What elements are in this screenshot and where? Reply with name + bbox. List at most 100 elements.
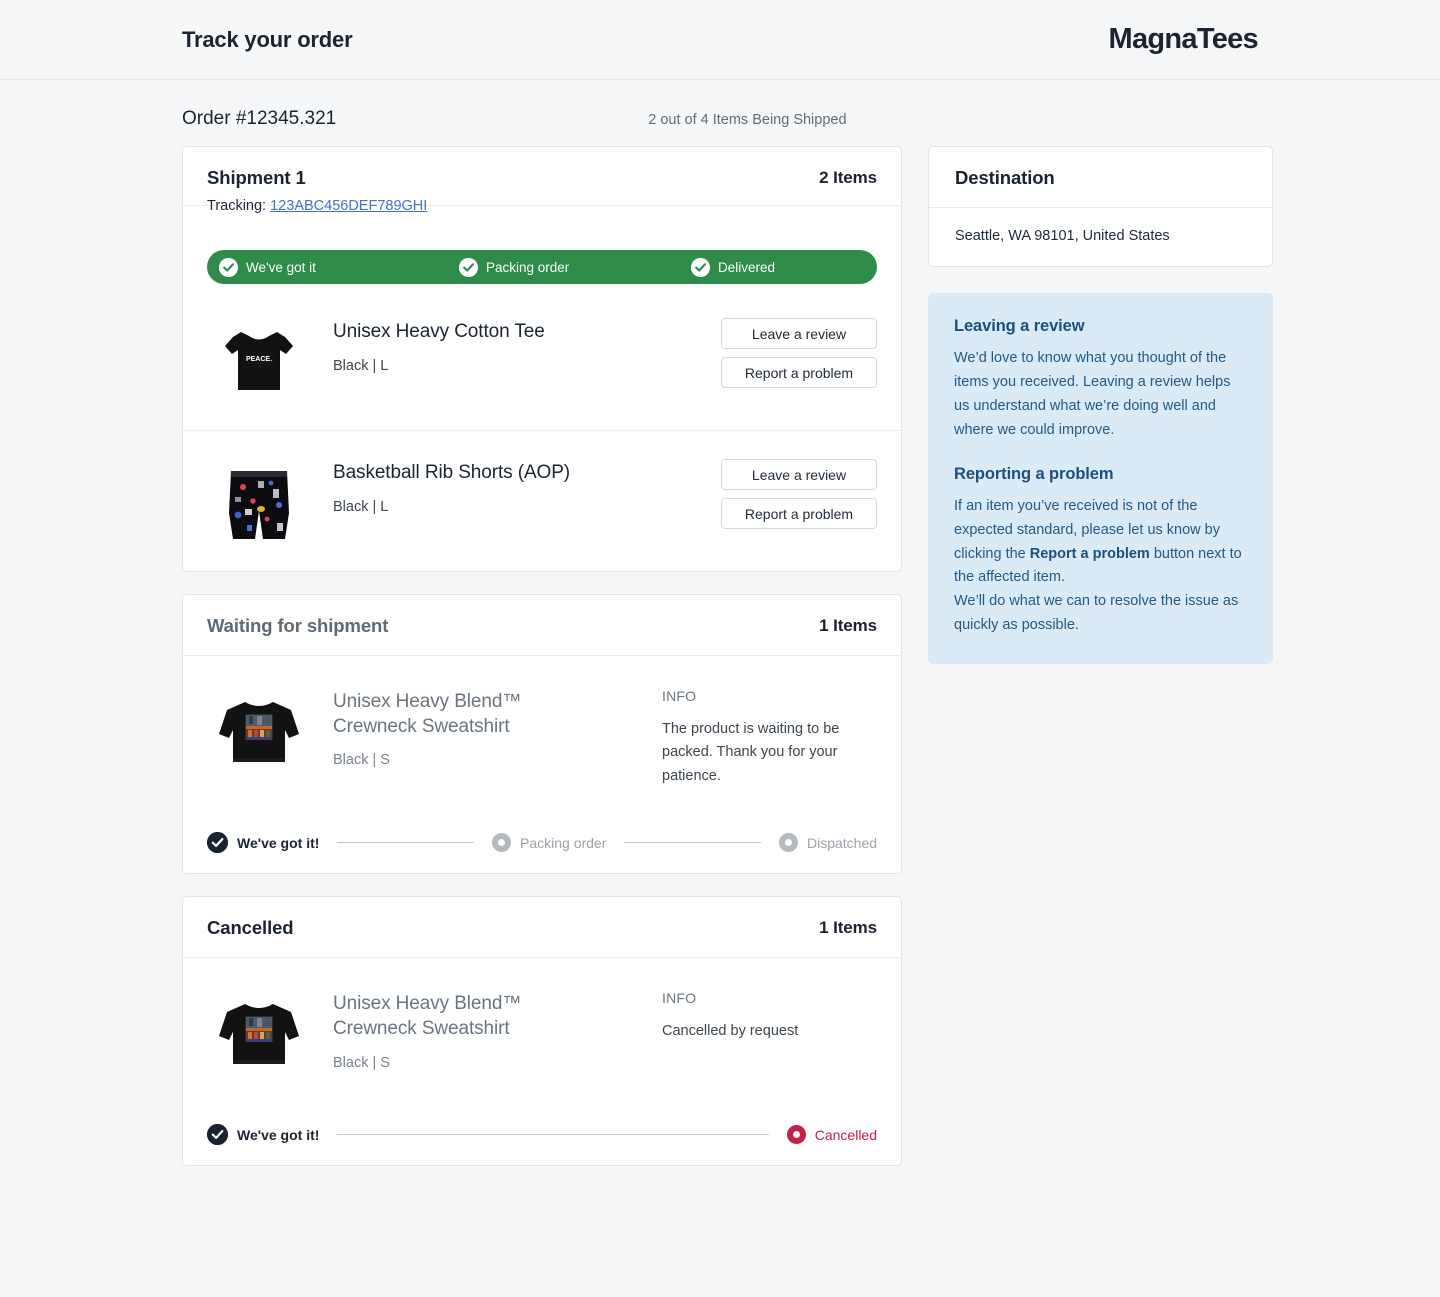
note-title: Leaving a review [954, 317, 1085, 335]
shipment-progress-wrap: We've got it Packing order Delivered [183, 232, 901, 290]
step-label: Dispatched [806, 834, 878, 851]
product-variant: Black | S [333, 752, 390, 769]
info-label: INFO [662, 990, 697, 1007]
step-label: Packing order [520, 834, 607, 851]
pending-circle-icon [492, 833, 511, 853]
waiting-title: Waiting for shipment [207, 615, 389, 636]
info-label: INFO [662, 688, 697, 704]
step-cancelled: Cancelled [786, 1125, 877, 1145]
check-circle-icon [219, 257, 238, 277]
leave-review-button[interactable]: Leave a review [721, 318, 877, 349]
report-problem-button[interactable]: Report a problem [721, 357, 877, 388]
cancelled-item-row: Unisex Heavy Blend™ Crewneck Sweatshirt … [207, 984, 877, 1080]
shipment-item-count: 2 Items [819, 168, 877, 187]
progress-step-delivered: Delivered [691, 257, 776, 277]
product-name-line1: Unisex Heavy Blend™ [333, 691, 522, 712]
product-thumbnail-sweatshirt [211, 682, 307, 778]
note-body: If an item you’ve received is not of the… [954, 495, 1247, 639]
product-variant: Black | L [333, 357, 389, 374]
waiting-info-block: INFO The product is waiting to be packed… [662, 682, 877, 788]
product-thumbnail-sweatshirt [211, 984, 307, 1080]
waiting-item-row: Unisex Heavy Blend™ Crewneck Sweatshirt … [207, 682, 877, 788]
product-thumbnail-shorts [211, 453, 307, 549]
note-title: Reporting a problem [954, 464, 1114, 483]
cancelled-card-header: Cancelled 1 Items [183, 897, 901, 959]
shipment-card: Shipment 1 2 Items Tracking: 123ABC456DE… [182, 146, 902, 572]
shipment-item-row: Basketball Rib Shorts (AOP) Black | L Le… [183, 430, 901, 571]
shipment-title: Shipment 1 [207, 167, 306, 188]
cancelled-item-count: 1 Items [819, 918, 877, 938]
shipment-item-row: PEACE. Unisex Heavy Cotton Tee Black | L… [183, 290, 901, 430]
main-column: Shipment 1 2 Items Tracking: 123ABC456DE… [182, 146, 902, 1188]
product-info: Unisex Heavy Blend™ Crewneck Sweatshirt … [333, 984, 662, 1070]
check-circle-icon [207, 1124, 228, 1146]
order-summary-bar: Order #12345.321 2 out of 4 Items Being … [182, 80, 1258, 146]
cancelled-card: Cancelled 1 Items Unisex Heavy Blend™ Cr… [182, 896, 902, 1167]
destination-address: Seattle, WA 98101, United States [955, 228, 1170, 244]
product-info: Unisex Heavy Cotton Tee Black | L [333, 312, 721, 374]
product-name: Basketball Rib Shorts (AOP) [333, 462, 570, 483]
pending-circle-icon [778, 833, 798, 853]
product-thumbnail-tshirt: PEACE. [211, 312, 307, 408]
product-info: Unisex Heavy Blend™ Crewneck Sweatshirt … [333, 682, 662, 768]
order-status-summary: 2 out of 4 Items Being Shipped [648, 112, 847, 128]
check-circle-icon [691, 257, 710, 277]
note-leaving-review: Leaving a review We’d love to know what … [954, 317, 1247, 443]
product-actions: Leave a review Report a problem [721, 453, 877, 529]
check-circle-icon [459, 257, 478, 277]
order-number: Order #12345.321 [182, 108, 337, 129]
info-text: The product is waiting to be packed. Tha… [662, 721, 840, 784]
cancelled-info-block: INFO Cancelled by request [662, 984, 877, 1043]
page-wrap: Order #12345.321 2 out of 4 Items Being … [0, 80, 1440, 1188]
cancelled-step-track: We've got it! Cancelled [183, 1098, 901, 1165]
product-name: Unisex Heavy Cotton Tee [333, 321, 545, 342]
step-packing: Packing order [492, 833, 607, 853]
side-column: Destination Seattle, WA 98101, United St… [928, 146, 1273, 665]
shipment-progress-bar: We've got it Packing order Delivered [207, 250, 877, 284]
waiting-item-count: 1 Items [819, 616, 877, 635]
destination-card: Destination Seattle, WA 98101, United St… [928, 146, 1273, 267]
cancelled-circle-icon [786, 1125, 806, 1145]
step-dispatched: Dispatched [778, 833, 878, 853]
waiting-card-header: Waiting for shipment 1 Items [183, 595, 901, 656]
note-body-part3: We’ll do what we can to resolve the issu… [954, 593, 1239, 634]
waiting-body: Unisex Heavy Blend™ Crewneck Sweatshirt … [183, 656, 901, 806]
content-columns: Shipment 1 2 Items Tracking: 123ABC456DE… [182, 146, 1273, 1188]
product-variant: Black | L [333, 498, 389, 515]
site-header: Track your order MagnaTees [0, 0, 1440, 80]
product-name-line2: Crewneck Sweatshirt [333, 1018, 510, 1040]
product-name-line1: Unisex Heavy Blend™ [333, 993, 522, 1015]
note-body-emphasis: Report a problem [1029, 545, 1150, 562]
progress-step-received: We've got it [219, 257, 459, 277]
check-circle-icon [207, 832, 228, 854]
note-reporting-problem: Reporting a problem If an item you’ve re… [954, 465, 1247, 639]
progress-step-label: Delivered [718, 259, 776, 275]
progress-step-label: We've got it [246, 259, 316, 275]
waiting-step-track: We've got it! Packing order Dispatched [183, 806, 901, 873]
report-problem-button[interactable]: Report a problem [721, 498, 877, 529]
progress-step-label: Packing order [486, 259, 570, 275]
brand-logo: MagnaTees [1108, 23, 1259, 55]
step-received: We've got it! [207, 832, 320, 854]
svg-text:PEACE.: PEACE. [246, 356, 272, 363]
step-label: Cancelled [814, 1126, 877, 1143]
step-label: We've got it! [237, 1126, 320, 1143]
tracking-number-link[interactable]: 123ABC456DEF789GHI [270, 198, 427, 214]
step-received: We've got it! [207, 1124, 320, 1146]
tracking-line: Tracking: 123ABC456DEF789GHI [183, 198, 901, 232]
step-label: We've got it! [237, 834, 320, 851]
tracking-label: Tracking: [207, 198, 267, 214]
product-actions: Leave a review Report a problem [721, 312, 877, 388]
cancelled-body: Unisex Heavy Blend™ Crewneck Sweatshirt … [183, 958, 901, 1098]
help-notes-panel: Leaving a review We’d love to know what … [928, 293, 1273, 665]
cancelled-title: Cancelled [207, 917, 294, 939]
step-connector-line [337, 1134, 769, 1136]
step-connector-line [624, 842, 761, 844]
destination-title: Destination [929, 147, 1272, 208]
waiting-card: Waiting for shipment 1 Items Unisex Heav… [182, 594, 902, 875]
progress-step-packing: Packing order [459, 257, 691, 277]
page-title: Track your order [182, 26, 353, 52]
leave-review-button[interactable]: Leave a review [721, 459, 877, 490]
product-info: Basketball Rib Shorts (AOP) Black | L [333, 453, 721, 515]
info-text: Cancelled by request [662, 1023, 799, 1040]
